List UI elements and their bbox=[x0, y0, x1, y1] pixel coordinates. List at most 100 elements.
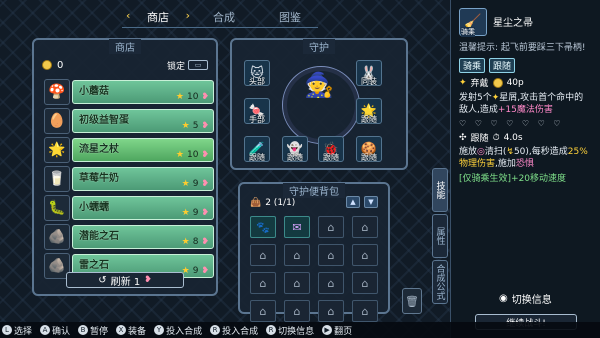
heart-icon: ❥ bbox=[201, 208, 209, 218]
trash-can-icon[interactable]: 🗑 bbox=[402, 288, 422, 314]
guardian-slot[interactable]: 🐞 跟随 bbox=[318, 136, 344, 162]
bag-slot[interactable]: 🐾 bbox=[250, 216, 276, 238]
guardian-slot[interactable]: 🐰 同装 bbox=[356, 60, 382, 86]
control-hint-label: 投入合成 bbox=[166, 326, 203, 337]
detail-panel: 🧹 骑乘 星尘之帚 温馨提示: 起飞前要踩三下帚柄! 骑乘 跟随 ✦ 弃戴 40p… bbox=[450, 0, 600, 338]
item-card[interactable]: 小蘑菇 ★ 10 ❥ bbox=[72, 80, 214, 104]
desc1-b: 星屑 bbox=[499, 93, 518, 103]
side-tab[interactable]: 属性 bbox=[432, 214, 448, 258]
button-glyph-icon: A bbox=[40, 325, 51, 335]
stick-icon: ◉ bbox=[499, 293, 508, 304]
item-icon: 🥛 bbox=[44, 166, 70, 192]
heart-icon: ❥ bbox=[144, 275, 152, 285]
star-icon: ★ bbox=[181, 121, 190, 131]
button-glyph-icon: B bbox=[78, 325, 89, 335]
item-icon: 🍄 bbox=[44, 79, 70, 105]
bag-up-arrow-icon[interactable]: ▲ bbox=[346, 196, 360, 208]
bag-slot[interactable]: ⌂ bbox=[318, 300, 344, 322]
coin-amount: 0 bbox=[57, 59, 64, 71]
guardian-panel: 守护 🧙 🐱 头部 🐰 同装 🍬 手部 🌟 跟随 🧪 跟随 👻 跟随 🐞 跟随 🍪 跟随 bbox=[230, 38, 408, 170]
side-tabs: 技能 属性 合成公式 bbox=[432, 168, 448, 306]
bag-slot[interactable]: ⌂ bbox=[318, 216, 344, 238]
tab-shop[interactable]: 商店 bbox=[126, 9, 190, 25]
item-title: 星尘之帚 bbox=[493, 18, 533, 29]
bag-slot[interactable]: ⌂ bbox=[284, 272, 310, 294]
shop-item[interactable]: 🍄 小蘑菇 ★ 10 ❥ bbox=[44, 78, 214, 106]
guardian-slot-label: 头部 bbox=[249, 77, 265, 86]
heart-row: ♡ ♡ ♡ ♡ ♡ ♡ ♡ bbox=[459, 119, 564, 128]
guardian-slot[interactable]: 🍬 手部 bbox=[244, 98, 270, 124]
tab-divider bbox=[122, 27, 318, 28]
trait-badge: 跟随 bbox=[489, 58, 516, 73]
shop-item[interactable]: 🪨 潜能之石 ★ 8 ❥ bbox=[44, 223, 214, 251]
shop-header: 0 锁定 ▭ bbox=[42, 58, 208, 72]
item-name: 小蠕蠕 bbox=[79, 202, 109, 213]
bag-slot[interactable]: ⌂ bbox=[318, 272, 344, 294]
bottom-hint-bar: L 选择 A 确认 B 暂停 X 装备 Y 投入合成 R 投入合成 R 切换信息 ▶ 翻页 bbox=[0, 322, 600, 338]
bag-slot[interactable]: ⌂ bbox=[318, 244, 344, 266]
item-description-3: [仅骑乘生效]+20移动速度 bbox=[459, 174, 567, 184]
lock-toggle[interactable]: 锁定 ▭ bbox=[167, 59, 208, 72]
item-level: 10 bbox=[187, 150, 199, 160]
guardian-slot[interactable]: 🍪 跟随 bbox=[356, 136, 382, 162]
side-tab[interactable]: 合成公式 bbox=[432, 260, 448, 304]
owner-label: 弃戴 bbox=[470, 79, 489, 89]
control-hint: ▶ 翻页 bbox=[322, 324, 352, 337]
bag-slot[interactable]: ⌂ bbox=[352, 244, 378, 266]
shop-panel: 商店 0 锁定 ▭ 🍄 小蘑菇 ★ 10 ❥ 🥚 初级益智蛋 ★ 5 ❥ 🌟 流… bbox=[32, 38, 218, 296]
button-glyph-icon: X bbox=[116, 325, 127, 335]
bag-slot[interactable]: ⌂ bbox=[284, 244, 310, 266]
shop-item[interactable]: 🥚 初级益智蛋 ★ 5 ❥ bbox=[44, 107, 214, 135]
item-card[interactable]: 草莓牛奶 ★ 9 ❥ bbox=[72, 167, 214, 191]
bag-down-arrow-icon[interactable]: ▼ bbox=[364, 196, 378, 208]
guardian-slot[interactable]: 👻 跟随 bbox=[282, 136, 308, 162]
control-hint-label: 装备 bbox=[128, 326, 147, 337]
shop-item[interactable]: 🥛 草莓牛奶 ★ 9 ❥ bbox=[44, 165, 214, 193]
star-icon: ★ bbox=[175, 150, 184, 160]
follow-label: 跟随 bbox=[470, 134, 489, 144]
price-icon bbox=[492, 77, 503, 88]
guardian-slot[interactable]: 🐱 头部 bbox=[244, 60, 270, 86]
item-type-tag: 骑乘 bbox=[461, 27, 475, 37]
switch-info-button[interactable]: ◉ 切换信息 bbox=[499, 291, 552, 306]
item-meta: ★ 10 ❥ bbox=[176, 150, 209, 160]
tab-codex[interactable]: 图鉴 bbox=[260, 9, 320, 25]
item-card[interactable]: 小蠕蠕 ★ 9 ❥ bbox=[72, 196, 214, 220]
bag-slot[interactable]: ⌂ bbox=[352, 300, 378, 322]
bag-slot[interactable]: ⌂ bbox=[352, 216, 378, 238]
item-description-2: 施放◎清扫(↯50),每秒造成25%物理伤害,施加恐惧 bbox=[459, 146, 592, 170]
bag-header: 👜 2 (1/1) bbox=[250, 198, 295, 208]
item-name: 初级益智蛋 bbox=[79, 115, 129, 126]
side-tab[interactable]: 技能 bbox=[432, 168, 448, 212]
item-name: 雷之石 bbox=[79, 260, 109, 271]
item-meta: ★ 9 ❥ bbox=[182, 179, 209, 189]
guardian-slot-label: 跟随 bbox=[249, 153, 265, 162]
guardian-slot[interactable]: 🧪 跟随 bbox=[244, 136, 270, 162]
character-sprite: 🧙 bbox=[304, 71, 334, 99]
item-preview: 🧹 骑乘 bbox=[459, 8, 487, 37]
tab-merge[interactable]: 合成 bbox=[194, 9, 254, 25]
bag-slot[interactable]: ✉ bbox=[284, 216, 310, 238]
trait-badge: 骑乘 bbox=[459, 58, 486, 73]
guardian-slot-label: 跟随 bbox=[361, 115, 377, 124]
bag-slot[interactable]: ⌂ bbox=[250, 244, 276, 266]
refresh-button[interactable]: ↺ 刷新 1 ❥ bbox=[66, 272, 184, 288]
guardian-slot-label: 同装 bbox=[361, 77, 377, 86]
item-meta: ★ 8 ❥ bbox=[182, 237, 209, 247]
trait-list: 骑乘 跟随 bbox=[459, 58, 592, 73]
item-name: 小蘑菇 bbox=[79, 86, 109, 97]
item-meta: ★ 10 ❥ bbox=[176, 92, 209, 102]
shop-item[interactable]: 🌟 流星之杖 ★ 10 ❥ bbox=[44, 136, 214, 164]
bag-slot[interactable]: ⌂ bbox=[250, 300, 276, 322]
item-card[interactable]: 初级益智蛋 ★ 5 ❥ bbox=[72, 109, 214, 133]
item-hint: 温馨提示: 起飞前要踩三下帚柄! bbox=[459, 43, 586, 53]
item-card[interactable]: 流星之杖 ★ 10 ❥ bbox=[72, 138, 214, 162]
bag-slot[interactable]: ⌂ bbox=[284, 300, 310, 322]
item-level: 10 bbox=[187, 92, 199, 102]
bag-slot[interactable]: ⌂ bbox=[250, 272, 276, 294]
item-name: 草莓牛奶 bbox=[79, 173, 119, 184]
guardian-slot[interactable]: 🌟 跟随 bbox=[356, 98, 382, 124]
bag-slot[interactable]: ⌂ bbox=[352, 272, 378, 294]
shop-item[interactable]: 🐛 小蠕蠕 ★ 9 ❥ bbox=[44, 194, 214, 222]
item-card[interactable]: 潜能之石 ★ 8 ❥ bbox=[72, 225, 214, 249]
